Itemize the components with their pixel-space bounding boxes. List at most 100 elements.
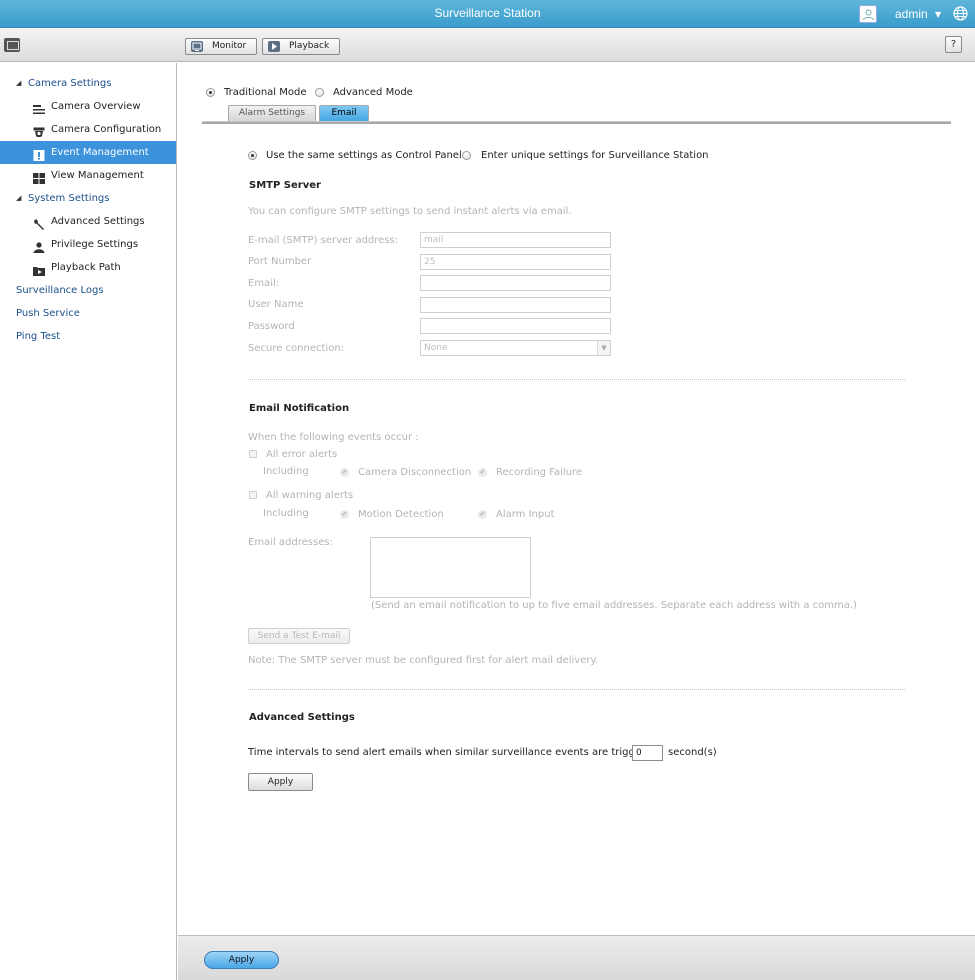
monitor-button[interactable]: Monitor <box>185 38 257 55</box>
camera-disconnection-check-icon[interactable]: ✔ <box>340 468 349 477</box>
recording-failure-label: Recording Failure <box>496 467 583 478</box>
secure-connection-label: Secure connection: <box>248 343 345 354</box>
sidebar-toggle-icon[interactable] <box>4 38 20 52</box>
traditional-mode-label[interactable]: Traditional Mode <box>224 87 307 98</box>
sidebar-item-playback-path[interactable]: Playback Path <box>0 256 176 279</box>
advanced-apply-button[interactable]: Apply <box>248 773 313 791</box>
footer-bar: Apply <box>178 935 975 980</box>
tab-email[interactable]: Email <box>319 105 369 121</box>
same-settings-radio[interactable] <box>248 151 257 160</box>
same-settings-label[interactable]: Use the same settings as Control Panel <box>266 150 462 161</box>
sidebar-item-event-management[interactable]: Event Management <box>0 141 176 164</box>
collapse-triangle-icon[interactable]: ◢ <box>16 72 21 95</box>
playback-button[interactable]: Playback <box>262 38 340 55</box>
user-menu[interactable]: admin <box>895 7 928 21</box>
including-label: Including <box>263 508 309 519</box>
section-divider <box>248 689 905 690</box>
send-test-email-button[interactable]: Send a Test E-mail <box>248 628 350 644</box>
sidebar-item-label: Event Management <box>51 147 149 158</box>
tab-alarm-settings[interactable]: Alarm Settings <box>228 105 316 121</box>
alarm-input-check-icon[interactable]: ✔ <box>478 510 487 519</box>
sidebar-item-label: Surveillance Logs <box>16 285 104 296</box>
sidebar-item-label: Camera Configuration <box>51 124 162 135</box>
recording-failure-check-icon[interactable]: ✔ <box>478 468 487 477</box>
sidebar-group-camera-settings[interactable]: ◢ Camera Settings <box>0 72 176 95</box>
chevron-down-icon[interactable]: ▼ <box>935 10 941 19</box>
unique-settings-label[interactable]: Enter unique settings for Surveillance S… <box>481 150 709 161</box>
events-intro: When the following events occur : <box>248 432 419 443</box>
user-avatar-icon[interactable] <box>859 5 877 23</box>
section-divider <box>248 379 905 380</box>
sidebar-item-label: Ping Test <box>16 331 61 342</box>
smtp-description: You can configure SMTP settings to send … <box>248 206 572 217</box>
advanced-mode-label[interactable]: Advanced Mode <box>333 87 413 98</box>
sidebar-item-camera-overview[interactable]: Camera Overview <box>0 95 176 118</box>
traditional-mode-radio[interactable] <box>206 88 215 97</box>
toolbar: Monitor Playback ? <box>0 29 975 62</box>
monitor-icon <box>191 41 203 52</box>
interval-label: Time intervals to send alert emails when… <box>248 747 661 758</box>
sidebar-item-push-service[interactable]: Push Service <box>0 302 176 325</box>
sidebar-group-label: Camera Settings <box>28 78 112 89</box>
email-label: Email: <box>248 278 280 289</box>
port-number-input[interactable]: 25 <box>420 254 611 270</box>
email-addresses-hint: (Send an email notification to up to fiv… <box>371 600 857 611</box>
email-input[interactable] <box>420 275 611 291</box>
alarm-input-label: Alarm Input <box>496 509 555 520</box>
secure-connection-value: None <box>424 343 448 353</box>
camera-disconnection-label: Camera Disconnection <box>358 467 472 478</box>
email-notification-heading: Email Notification <box>249 403 350 414</box>
smtp-note: Note: The SMTP server must be configured… <box>248 655 599 666</box>
all-warning-alerts-label: All warning alerts <box>266 490 354 501</box>
all-error-alerts-checkbox[interactable] <box>249 450 257 458</box>
password-input[interactable] <box>420 318 611 334</box>
smtp-server-label: E-mail (SMTP) server address: <box>248 235 399 246</box>
motion-detection-label: Motion Detection <box>358 509 444 520</box>
sidebar-item-camera-configuration[interactable]: Camera Configuration <box>0 118 176 141</box>
username-label: User Name <box>248 299 304 310</box>
all-error-alerts-label: All error alerts <box>266 449 338 460</box>
help-button[interactable]: ? <box>945 36 962 53</box>
sidebar-item-ping-test[interactable]: Ping Test <box>0 325 176 348</box>
sidebar-item-label: Push Service <box>16 308 80 319</box>
secure-connection-select[interactable]: None ▼ <box>420 340 611 356</box>
user-icon <box>33 239 45 253</box>
apply-button[interactable]: Apply <box>204 951 279 969</box>
advanced-mode-radio[interactable] <box>315 88 324 97</box>
sidebar-item-surveillance-logs[interactable]: Surveillance Logs <box>0 279 176 302</box>
list-icon <box>33 101 45 114</box>
password-label: Password <box>248 321 295 332</box>
play-icon <box>268 41 280 52</box>
email-addresses-label: Email addresses: <box>248 537 333 548</box>
email-addresses-textarea[interactable] <box>370 537 531 598</box>
globe-icon[interactable] <box>953 6 968 24</box>
alert-icon <box>33 147 45 161</box>
sidebar-group-system-settings[interactable]: ◢ System Settings <box>0 187 176 210</box>
sidebar-item-label: View Management <box>51 170 144 181</box>
playback-label: Playback <box>289 41 330 51</box>
sidebar-item-view-management[interactable]: View Management <box>0 164 176 187</box>
main-panel: Traditional Mode Advanced Mode Alarm Set… <box>178 63 975 935</box>
sidebar-item-label: Advanced Settings <box>51 216 145 227</box>
interval-input[interactable]: 0 <box>632 745 663 761</box>
chevron-down-icon[interactable]: ▼ <box>597 341 610 355</box>
wrench-icon <box>33 216 45 230</box>
all-warning-alerts-checkbox[interactable] <box>249 491 257 499</box>
sidebar-item-advanced-settings[interactable]: Advanced Settings <box>0 210 176 233</box>
unique-settings-radio[interactable] <box>462 151 471 160</box>
advanced-settings-heading: Advanced Settings <box>249 712 355 723</box>
sidebar-item-label: Camera Overview <box>51 101 141 112</box>
including-label: Including <box>263 466 309 477</box>
smtp-server-input[interactable]: mail <box>420 232 611 248</box>
username-input[interactable] <box>420 297 611 313</box>
sidebar-item-label: Playback Path <box>51 262 121 273</box>
sidebar-item-label: Privilege Settings <box>51 239 139 250</box>
port-number-label: Port Number <box>248 256 312 267</box>
collapse-triangle-icon[interactable]: ◢ <box>16 187 21 210</box>
interval-unit: second(s) <box>668 747 717 758</box>
camera-icon <box>33 124 45 138</box>
grid-icon <box>33 170 45 184</box>
motion-detection-check-icon[interactable]: ✔ <box>340 510 349 519</box>
folder-play-icon <box>33 262 45 276</box>
sidebar-item-privilege-settings[interactable]: Privilege Settings <box>0 233 176 256</box>
